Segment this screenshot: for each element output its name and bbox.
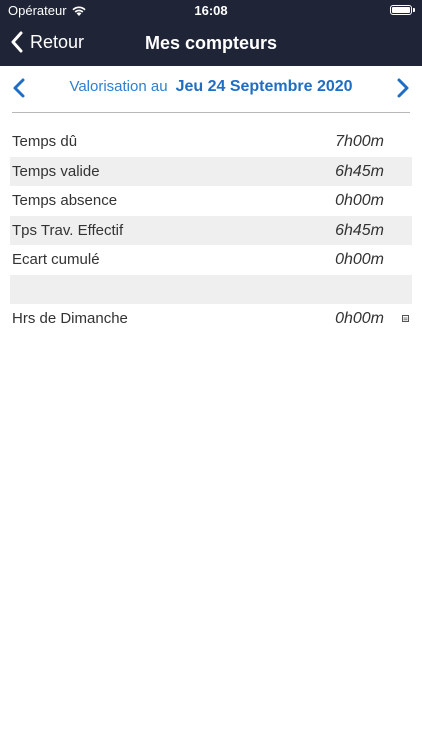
date-navigator: Valorisation au Jeu 24 Septembre 2020 xyxy=(0,66,422,112)
counter-value: 0h00m xyxy=(335,310,384,327)
back-label: Retour xyxy=(30,31,85,52)
navigation-bar: Retour Mes compteurs xyxy=(0,22,422,66)
battery-icon xyxy=(390,5,412,15)
details-icon[interactable] xyxy=(402,315,409,322)
counter-label: Temps valide xyxy=(12,162,100,180)
status-bar: Opérateur 16:08 xyxy=(0,0,422,22)
counter-value: 0h00m xyxy=(335,192,384,209)
date-display: Valorisation au Jeu 24 Septembre 2020 xyxy=(0,78,422,96)
counters-list: Temps dû 7h00m Temps valide 6h45m Temps … xyxy=(0,127,422,334)
back-button[interactable]: Retour xyxy=(10,31,84,53)
counter-row-temps-absence[interactable]: Temps absence 0h00m xyxy=(10,186,412,216)
counter-value: 0h00m xyxy=(335,251,384,268)
counter-label: Temps absence xyxy=(12,192,118,209)
counter-value: 6h45m xyxy=(335,162,384,180)
counter-value: 7h00m xyxy=(335,133,384,150)
counter-row-empty xyxy=(10,274,412,304)
counter-value: 6h45m xyxy=(335,221,384,239)
battery-tip xyxy=(413,8,415,12)
counter-label: Hrs de Dimanche xyxy=(12,310,128,327)
divider xyxy=(12,112,410,113)
next-day-button[interactable] xyxy=(396,77,410,99)
selected-date[interactable]: Jeu 24 Septembre 2020 xyxy=(176,78,353,95)
counter-label: Temps dû xyxy=(12,133,78,150)
counter-row-tps-trav-effectif[interactable]: Tps Trav. Effectif 6h45m xyxy=(10,215,412,245)
valorisation-label: Valorisation au xyxy=(69,78,168,95)
status-time: 16:08 xyxy=(194,3,228,18)
counter-row-temps-valide[interactable]: Temps valide 6h45m xyxy=(10,156,412,186)
counter-label: Tps Trav. Effectif xyxy=(12,221,124,239)
counter-row-ecart-cumule[interactable]: Ecart cumulé 0h00m xyxy=(10,245,412,275)
chevron-left-icon xyxy=(11,31,23,53)
counter-row-temps-du[interactable]: Temps dû 7h00m xyxy=(10,127,412,157)
counter-row-hrs-dimanche[interactable]: Hrs de Dimanche 0h00m xyxy=(10,304,412,334)
counter-label: Ecart cumulé xyxy=(12,251,100,268)
top-bar: Opérateur 16:08 Retour Mes compteurs xyxy=(0,0,422,66)
